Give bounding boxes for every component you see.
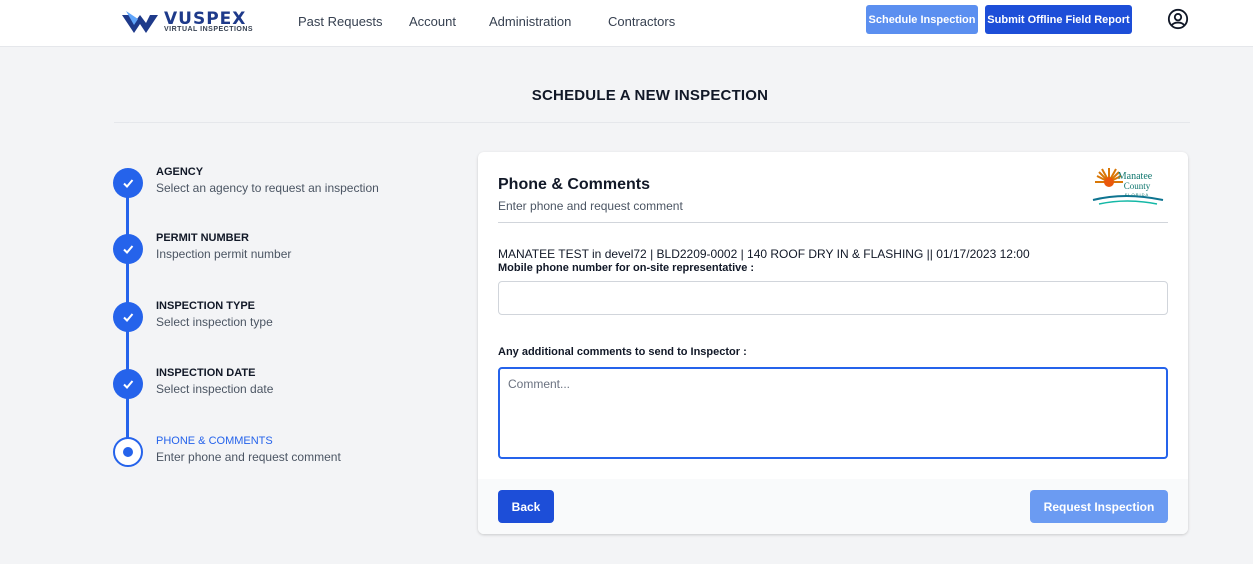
step-description: Inspection permit number [156, 247, 292, 261]
form-subtitle: Enter phone and request comment [498, 199, 683, 213]
current-step-dot-icon [123, 447, 133, 457]
form-footer: Back Request Inspection [478, 479, 1188, 534]
agency-logo-line2: County [1124, 181, 1151, 191]
agency-logo: Manatee County FLORIDA [1092, 168, 1164, 205]
comments-textarea[interactable] [498, 367, 1168, 459]
nav-administration[interactable]: Administration [489, 14, 571, 29]
comments-label: Any additional comments to send to Inspe… [498, 346, 747, 358]
step-current-badge [113, 437, 143, 467]
checkmark-icon [123, 380, 134, 389]
nav-account[interactable]: Account [409, 14, 456, 29]
permit-info: MANATEE TEST in devel72 | BLD2209-0002 |… [498, 247, 1030, 261]
phone-label: Mobile phone number for on-site represen… [498, 262, 755, 274]
step-description: Select inspection type [156, 315, 273, 329]
step-description: Select an agency to request an inspectio… [156, 181, 379, 195]
nav-contractors[interactable]: Contractors [608, 14, 675, 29]
page-title: SCHEDULE A NEW INSPECTION [531, 87, 769, 104]
step-title: PERMIT NUMBER [156, 232, 249, 244]
step-title: INSPECTION TYPE [156, 300, 256, 312]
step-title: AGENCY [156, 166, 204, 178]
vuspex-logo-icon [122, 11, 158, 33]
user-circle-icon[interactable] [1167, 8, 1189, 30]
step-title: INSPECTION DATE [156, 367, 256, 379]
checkmark-icon [123, 245, 134, 254]
checkmark-icon [123, 179, 134, 188]
phone-input[interactable] [498, 281, 1168, 315]
form-card: Phone & Comments Enter phone and request… [478, 152, 1188, 534]
step-description: Enter phone and request comment [156, 450, 341, 464]
form-divider [498, 222, 1168, 223]
top-navbar: VUSPEX VIRTUAL INSPECTIONS Past Requests… [0, 0, 1253, 47]
vuspex-logo[interactable]: VUSPEX VIRTUAL INSPECTIONS [120, 7, 265, 37]
nav-past-requests[interactable]: Past Requests [298, 14, 383, 29]
submit-offline-report-button[interactable]: Submit Offline Field Report [985, 5, 1132, 34]
step-complete-badge [113, 234, 143, 264]
title-divider [114, 122, 1190, 123]
agency-logo-line3: FLORIDA [1125, 192, 1149, 197]
step-complete-badge [113, 302, 143, 332]
logo-tagline: VIRTUAL INSPECTIONS [164, 26, 254, 33]
step-complete-badge [113, 369, 143, 399]
request-inspection-button[interactable]: Request Inspection [1030, 490, 1168, 523]
step-complete-badge [113, 168, 143, 198]
schedule-inspection-button[interactable]: Schedule Inspection [866, 5, 978, 34]
step-description: Select inspection date [156, 382, 274, 396]
form-title: Phone & Comments [498, 176, 651, 193]
checkmark-icon [123, 313, 134, 322]
step-title: PHONE & COMMENTS [156, 435, 273, 447]
back-button[interactable]: Back [498, 490, 554, 523]
